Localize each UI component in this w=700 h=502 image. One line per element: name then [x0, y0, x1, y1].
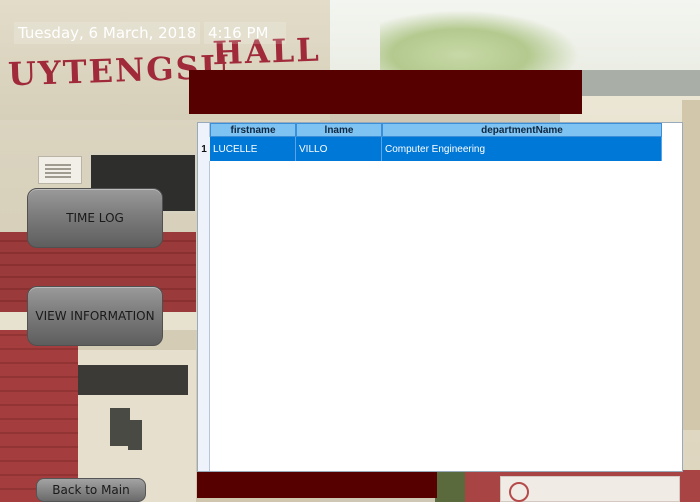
- window: [128, 420, 142, 450]
- date-label: Tuesday, 6 March, 2018: [14, 22, 200, 44]
- row-number[interactable]: 1: [198, 137, 210, 161]
- grid-header-row: firstname lname departmentName: [210, 123, 662, 137]
- window: [78, 365, 188, 395]
- column-header-lname[interactable]: lname: [296, 123, 382, 137]
- aircon-unit: [38, 156, 82, 184]
- view-information-button[interactable]: VIEW INFORMATION: [27, 286, 163, 346]
- cell-firstname[interactable]: LUCELLE: [210, 137, 296, 161]
- brick-pillar: [0, 330, 78, 502]
- signboard: [500, 476, 680, 502]
- data-grid[interactable]: firstname lname departmentName 1 LUCELLE…: [197, 122, 683, 472]
- status-bar: [197, 472, 437, 498]
- back-to-main-button[interactable]: Back to Main: [36, 478, 146, 502]
- column-header-departmentname[interactable]: departmentName: [382, 123, 662, 137]
- column-header-firstname[interactable]: firstname: [210, 123, 296, 137]
- title-banner: [189, 70, 582, 114]
- time-label: 4:16 PM: [204, 22, 286, 44]
- cell-departmentname[interactable]: Computer Engineering: [382, 137, 662, 161]
- window: [110, 408, 130, 446]
- table-row[interactable]: LUCELLE VILLO Computer Engineering: [210, 137, 662, 161]
- time-log-button[interactable]: TIME LOG: [27, 188, 163, 248]
- row-header-column: [198, 123, 210, 471]
- cell-lname[interactable]: VILLO: [296, 137, 382, 161]
